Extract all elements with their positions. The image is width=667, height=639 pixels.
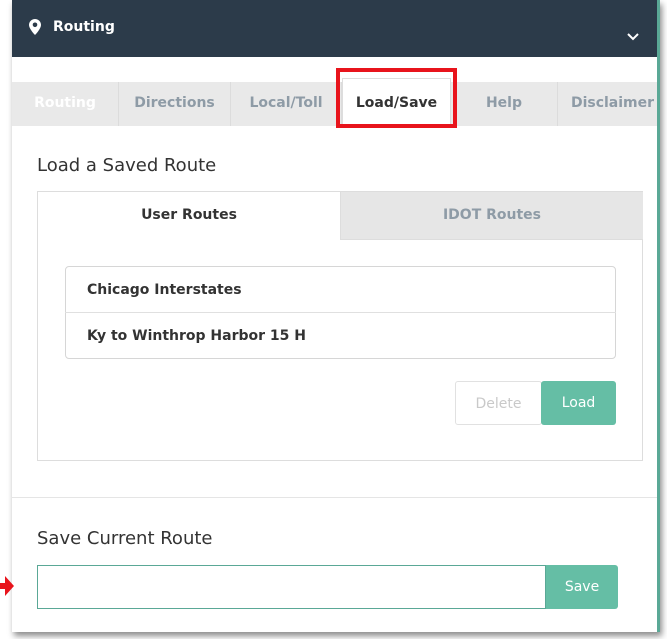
map-pin-icon <box>29 19 41 39</box>
delete-button[interactable]: Delete <box>455 381 542 425</box>
arrow-right-icon <box>0 575 14 601</box>
save-button[interactable]: Save <box>546 565 618 609</box>
highlight-box <box>336 68 457 128</box>
tab-user-routes[interactable]: User Routes <box>38 192 340 239</box>
tab-routing[interactable]: Routing <box>12 82 119 126</box>
panel-header[interactable]: Routing <box>12 0 657 57</box>
save-route-heading: Save Current Route <box>37 528 213 549</box>
load-route-heading: Load a Saved Route <box>37 155 217 176</box>
panel-title: Routing <box>53 19 115 35</box>
list-item[interactable]: Ky to Winthrop Harbor 15 H <box>65 313 616 359</box>
routing-panel: Routing Routing Directions Local/Toll Lo… <box>12 0 660 632</box>
list-item[interactable]: Chicago Interstates <box>65 267 616 313</box>
tab-idot-routes[interactable]: IDOT Routes <box>340 192 643 240</box>
route-name-input[interactable] <box>37 565 546 609</box>
tab-local-toll[interactable]: Local/Toll <box>231 82 342 126</box>
tab-help[interactable]: Help <box>451 82 558 126</box>
tab-directions[interactable]: Directions <box>119 82 231 126</box>
section-divider <box>12 497 657 498</box>
chevron-down-icon[interactable] <box>627 26 639 45</box>
load-button[interactable]: Load <box>541 381 616 425</box>
tab-disclaimer[interactable]: Disclaimer <box>558 82 657 126</box>
